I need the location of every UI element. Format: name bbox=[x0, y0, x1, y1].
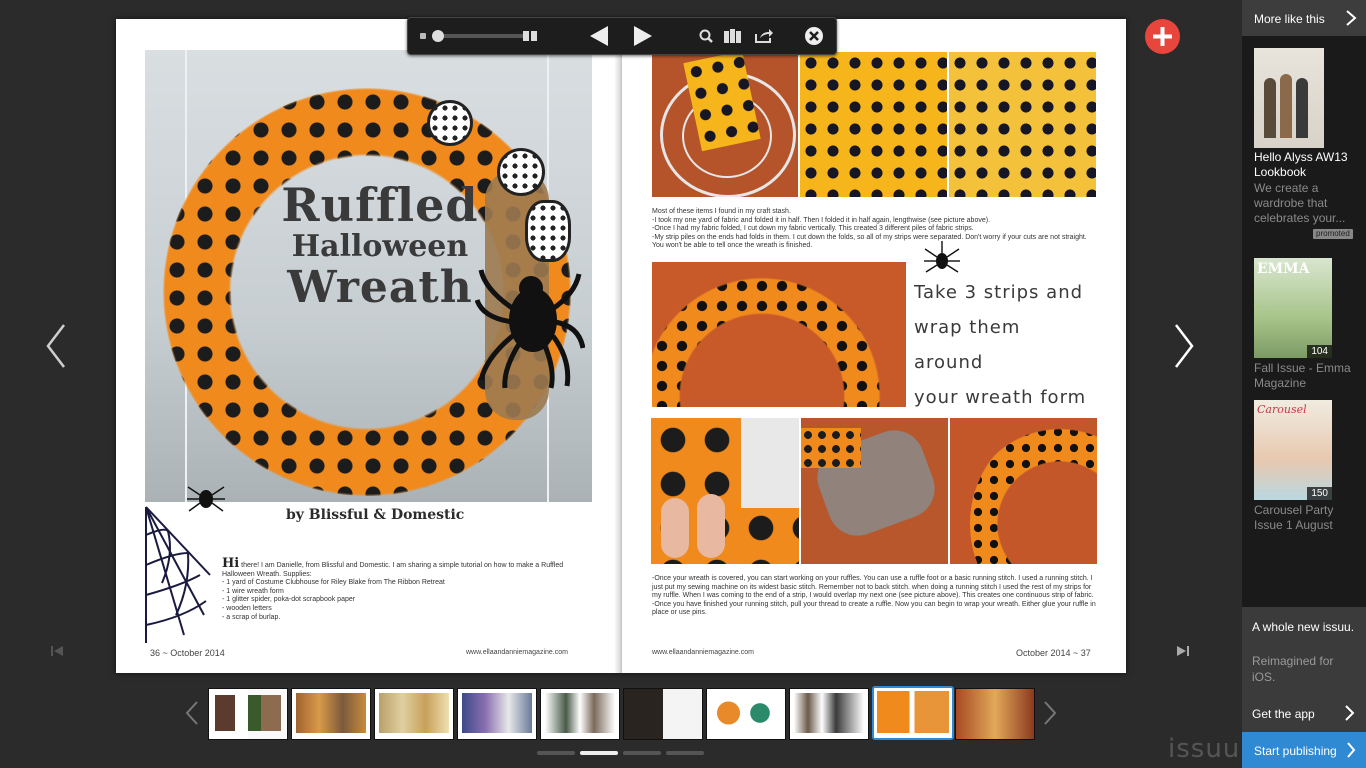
wire-form-photo bbox=[652, 52, 798, 197]
page-thumbnail-selected[interactable] bbox=[872, 686, 954, 740]
step-text-4: -My strip piles on the ends had folds in… bbox=[652, 233, 1087, 250]
publication-card[interactable]: EMMA 104 Fall Issue - Emma Magazine bbox=[1242, 257, 1366, 397]
footer-url-left: www.ellaandanniemagazine.com bbox=[466, 649, 568, 656]
more-like-this-header[interactable]: More like this bbox=[1242, 0, 1366, 36]
title-line-3: Wreath bbox=[287, 262, 473, 313]
page-thumbnail[interactable] bbox=[706, 688, 786, 740]
page-count-badge: 150 bbox=[1307, 487, 1332, 500]
page-thumbnail[interactable] bbox=[457, 688, 537, 740]
start-publishing-button[interactable]: Start publishing bbox=[1242, 732, 1366, 768]
caption-line-1: Take 3 strips and bbox=[914, 282, 1084, 303]
page-count-badge: 104 bbox=[1307, 345, 1332, 358]
stack-icon[interactable] bbox=[722, 18, 744, 54]
first-page-icon[interactable] bbox=[50, 644, 64, 658]
step-caption: Take 3 strips and wrap them around your … bbox=[914, 275, 1094, 415]
page-thumbnail[interactable] bbox=[208, 688, 288, 740]
zoom-slider[interactable] bbox=[418, 18, 528, 54]
bottom-text-2: -Once you have finished your running sti… bbox=[652, 600, 1096, 617]
add-button[interactable] bbox=[1145, 19, 1180, 54]
publication-title[interactable]: Carousel Party Issue 1 August bbox=[1254, 503, 1362, 533]
intro-text: there! I am Danielle, from Blissful and … bbox=[222, 562, 564, 578]
folded-fabric-photo bbox=[800, 52, 947, 197]
wrap-wreath-photo bbox=[652, 262, 906, 407]
reader-toolbar bbox=[407, 17, 837, 55]
next-spread-arrow[interactable] bbox=[1168, 321, 1198, 371]
step-text-3: -Once I had my fabric folded, I cut down… bbox=[652, 225, 974, 233]
page-thumbnail[interactable] bbox=[623, 688, 703, 740]
chevron-right-icon bbox=[1347, 742, 1356, 758]
publication-card[interactable]: Carousel 150 Carousel Party Issue 1 Augu… bbox=[1242, 399, 1366, 539]
issuu-logo[interactable]: issuu bbox=[1168, 734, 1240, 764]
supply-5: - a scrap of burlap. bbox=[222, 613, 281, 621]
publication-title[interactable]: Fall Issue - Emma Magazine bbox=[1254, 361, 1362, 391]
thumbnails-next-arrow[interactable] bbox=[1042, 700, 1058, 726]
sidebar: More like this Hello Alyss AW13 Lookbook… bbox=[1242, 0, 1366, 768]
spider-icon bbox=[924, 241, 960, 273]
previous-spread-arrow[interactable] bbox=[42, 321, 72, 371]
magazine-spread[interactable]: Ruffled Halloween Wreath by Blissful & D… bbox=[116, 19, 1126, 673]
chevron-right-icon bbox=[1345, 705, 1355, 721]
last-page-icon[interactable] bbox=[1176, 644, 1190, 658]
wreath-photo: Ruffled Halloween Wreath bbox=[145, 50, 592, 502]
publication-cover[interactable]: Carousel 150 bbox=[1254, 400, 1332, 500]
caption-line-2: wrap them around bbox=[914, 317, 1021, 373]
zoom-slider-handle[interactable] bbox=[432, 30, 444, 42]
page-thumbnail[interactable] bbox=[955, 688, 1035, 740]
title-line-1: Ruffled bbox=[281, 178, 479, 232]
supply-4: - wooden letters bbox=[222, 604, 272, 612]
spiderweb-icon bbox=[145, 506, 211, 643]
publication-description: We create a wardrobe that celebrates you… bbox=[1254, 181, 1346, 225]
share-icon[interactable] bbox=[752, 18, 776, 54]
more-like-this-label: More like this bbox=[1254, 12, 1325, 26]
step-text-2: -I took my one yard of fabric and folded… bbox=[652, 216, 991, 224]
sewing-photo bbox=[651, 418, 799, 564]
step-text-1: Most of these items I found in my craft … bbox=[652, 208, 791, 215]
plus-icon bbox=[1153, 27, 1172, 46]
pagination-dot-active[interactable] bbox=[580, 751, 618, 755]
search-icon[interactable] bbox=[696, 18, 716, 54]
publication-cover[interactable] bbox=[1254, 48, 1324, 148]
promo-subtitle: Reimagined for iOS. bbox=[1252, 654, 1334, 684]
page-thumbnail[interactable] bbox=[540, 688, 620, 740]
finished-wreath-photo bbox=[950, 418, 1097, 564]
get-the-app-link[interactable]: Get the app bbox=[1252, 705, 1362, 723]
app-promo[interactable]: A whole new issuu. Reimagined for iOS. G… bbox=[1242, 607, 1366, 732]
chevron-right-icon bbox=[1346, 10, 1357, 26]
supply-2: - 1 wire wreath form bbox=[222, 587, 284, 595]
pages-icon[interactable] bbox=[520, 18, 540, 54]
page-thumbnail[interactable] bbox=[374, 688, 454, 740]
byline: by Blissful & Domestic bbox=[286, 507, 465, 523]
cover-label: Carousel bbox=[1257, 403, 1307, 416]
supply-1: - 1 yard of Costume Clubhouse for Riley … bbox=[222, 579, 445, 587]
page-number-left: 36 ~ October 2014 bbox=[150, 648, 225, 658]
pagination-dot[interactable] bbox=[623, 751, 661, 755]
bottom-text-1: -Once your wreath is covered, you can st… bbox=[652, 575, 1094, 600]
next-page-icon[interactable] bbox=[630, 18, 656, 54]
promo-title: A whole new issuu. bbox=[1252, 620, 1355, 634]
title-line-2: Halloween bbox=[291, 229, 469, 264]
left-page[interactable]: Ruffled Halloween Wreath by Blissful & D… bbox=[116, 19, 620, 673]
promoted-badge: promoted bbox=[1313, 229, 1353, 239]
right-page[interactable]: Most of these items I found in my craft … bbox=[622, 19, 1126, 673]
footer-url-right: www.ellaandanniemagazine.com bbox=[652, 649, 754, 656]
thumbnails-prev-arrow[interactable] bbox=[184, 700, 200, 726]
ruffle-photo bbox=[801, 418, 948, 564]
page-thumbnail[interactable] bbox=[789, 688, 869, 740]
publication-cover[interactable]: EMMA 104 bbox=[1254, 258, 1332, 358]
publication-title[interactable]: Hello Alyss AW13 Lookbook bbox=[1254, 150, 1362, 180]
page-number-right: October 2014 ~ 37 bbox=[1016, 648, 1091, 658]
close-icon[interactable] bbox=[802, 18, 826, 54]
supply-3: - 1 glitter spider, poka-dot scrapbook p… bbox=[222, 596, 356, 604]
publication-card[interactable]: Hello Alyss AW13 Lookbook We create a wa… bbox=[1242, 46, 1366, 246]
pagination-dot[interactable] bbox=[537, 751, 575, 755]
caption-line-3: your wreath form bbox=[914, 387, 1087, 408]
fabric-strips-photo bbox=[949, 52, 1096, 197]
intro-lead: Hi bbox=[222, 556, 240, 571]
cover-label: EMMA bbox=[1257, 261, 1310, 277]
page-thumbnail[interactable] bbox=[291, 688, 371, 740]
pagination-dot[interactable] bbox=[666, 751, 704, 755]
previous-page-icon[interactable] bbox=[586, 18, 612, 54]
